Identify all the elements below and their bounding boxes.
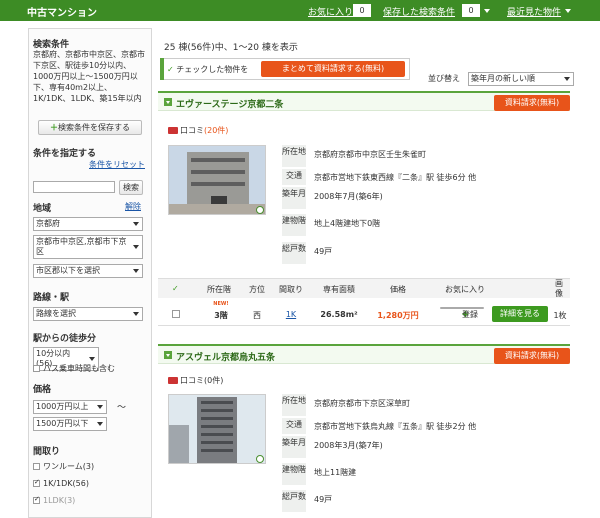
price-max-select[interactable]: 1500万円以下 (33, 417, 107, 431)
plus-icon: ＋ (50, 123, 58, 132)
favorites-count: 0 (353, 4, 371, 17)
spec-floors-1: 建物階 地上4階建地下0階 (282, 214, 568, 236)
recent-link[interactable]: 最近見た物件 (507, 5, 561, 18)
prefecture-select[interactable]: 京都府 (33, 217, 143, 231)
bus-checkbox[interactable]: バス乗車時間も含む (33, 363, 115, 374)
chevron-down-icon (133, 312, 139, 316)
unit-direction: 西 (253, 311, 261, 320)
chevron-down-icon[interactable] (565, 9, 571, 13)
chevron-down-icon (97, 422, 103, 426)
layout-checkbox-oneroom[interactable]: ワンルーム(3) (33, 461, 94, 472)
building-photo (169, 146, 265, 214)
detail-button[interactable]: 詳細を見る (492, 306, 548, 322)
unit-checkbox[interactable] (172, 310, 180, 318)
chevron-down-icon (133, 269, 139, 273)
property-name-1[interactable]: エヴァーステージ京都二条 (176, 97, 283, 110)
book-icon (168, 377, 178, 384)
reset-link[interactable]: 条件をリセット (89, 159, 145, 170)
chevron-down-icon (97, 405, 103, 409)
walk-title: 駅からの徒歩分 (33, 334, 97, 344)
price-tilde: ～ (117, 403, 127, 413)
price-title: 価格 (33, 385, 52, 395)
zoom-icon[interactable] (256, 455, 264, 463)
collapse-icon[interactable] (164, 98, 172, 106)
zoom-icon[interactable] (256, 206, 264, 214)
spec-units-1: 総戸数 49戸 (282, 242, 568, 264)
request-button-2[interactable]: 資料請求(無料) (494, 348, 570, 364)
layout-title: 間取り (33, 447, 61, 457)
bulk-request-button[interactable]: まとめて資料請求する(無料) (261, 61, 405, 77)
sort-label: 並び替え (428, 74, 460, 83)
spec-built-2: 築年月 2008年3月(築7年) (282, 436, 568, 458)
chevron-down-icon (133, 222, 139, 226)
chevron-down-icon[interactable] (484, 9, 490, 13)
city-select[interactable]: 京都市中京区,京都市下京区 (33, 235, 143, 259)
unit-row: NEW! 3階 西 1K 26.58m² 1,280万円 ✚ 登録 詳細を見る 1… (158, 301, 570, 326)
property-photo-1[interactable] (168, 145, 266, 215)
spec-location-1: 所在地 京都府京都市中京区壬生朱雀町 (282, 145, 568, 167)
chevron-down-icon (89, 357, 95, 361)
reviews-link-1[interactable]: 口コミ(20件) (168, 125, 228, 136)
property-photo-2[interactable] (168, 394, 266, 464)
collapse-icon[interactable] (164, 351, 172, 359)
property-header-2: アスヴェル京都烏丸五条 資料請求(無料) (158, 344, 570, 364)
top-bar: 中古マンション お気に入り 0 保存した検索条件 0 最近見た物件 (0, 0, 600, 21)
search-button[interactable]: 検索 (119, 180, 143, 195)
search-conditions-text: 京都府、京都市中京区、京都市下京区、駅徒歩10分以内、1000万円以上～1500… (33, 50, 145, 103)
area-clear-link[interactable]: 解除 (125, 201, 141, 212)
request-button-1[interactable]: 資料請求(無料) (494, 95, 570, 111)
spec-location-2: 所在地 京都府京都市下京区深草町 (282, 394, 568, 416)
property-name-2[interactable]: アスヴェル京都烏丸五条 (176, 350, 275, 363)
save-conditions-button[interactable]: ＋検索条件を保存する (38, 120, 142, 135)
saved-search-link[interactable]: 保存した検索条件 (383, 5, 455, 18)
saved-search-count: 0 (462, 4, 480, 17)
property-header-1: エヴァーステージ京都二条 資料請求(無料) (158, 91, 570, 111)
route-select[interactable]: 路線を選択 (33, 307, 143, 321)
specify-title: 条件を指定する (33, 149, 97, 159)
unit-area: 26.58m² (320, 310, 358, 319)
unit-table-header: ✓ 所在階 方位 間取り 専有面積 価格 お気に入り 詳細 画像 (158, 278, 570, 298)
spec-access-1: 交通 京都市営地下鉄東西線『二条』駅 徒歩6分 他 (282, 169, 568, 185)
price-min-select[interactable]: 1000万円以上 (33, 400, 107, 414)
route-title: 路線・駅 (33, 293, 70, 303)
spec-units-2: 総戸数 49戸 (282, 490, 568, 512)
bulk-action-bar: ✓ チェックした物件を まとめて資料請求する(無料) (160, 58, 410, 80)
sort-select[interactable]: 築年月の新しい順 (468, 72, 574, 86)
keyword-input[interactable] (33, 181, 115, 193)
unit-price: 1,280万円 (377, 311, 419, 320)
checked-label: ✓ チェックした物件を (167, 65, 249, 74)
favorites-link[interactable]: お気に入り (308, 5, 353, 18)
unit-images: 1枚 (553, 311, 567, 320)
reviews-link-2[interactable]: 口コミ(0件) (168, 375, 223, 386)
area-below-select[interactable]: 市区郡以下を選択 (33, 264, 143, 278)
spec-built-1: 築年月 2008年7月(築6年) (282, 187, 568, 209)
result-count: 25 棟(56件)中、1～20 棟を表示 (164, 43, 298, 53)
spec-floors-2: 建物階 地上11階建 (282, 463, 568, 485)
new-badge: NEW! (213, 301, 229, 307)
register-button[interactable]: ✚ 登録 (440, 307, 484, 319)
sidebar: 検索条件 京都府、京都市中京区、京都市下京区、駅徒歩10分以内、1000万円以上… (28, 28, 152, 518)
chevron-down-icon (133, 245, 139, 249)
layout-checkbox-1ldk[interactable]: 1LDK(3) (33, 495, 75, 505)
chevron-down-icon (564, 77, 570, 81)
building-photo (169, 395, 265, 463)
layout-checkbox-1k[interactable]: 1K/1DK(56) (33, 478, 89, 488)
unit-layout-link[interactable]: 1K (276, 310, 306, 319)
spec-access-2: 交通 京都市営地下鉄烏丸線『五条』駅 徒歩2分 他 (282, 418, 568, 434)
area-title: 地域 (33, 204, 52, 214)
unit-floor: 3階 (214, 311, 228, 320)
book-icon (168, 127, 178, 134)
brand-title: 中古マンション (27, 8, 97, 19)
